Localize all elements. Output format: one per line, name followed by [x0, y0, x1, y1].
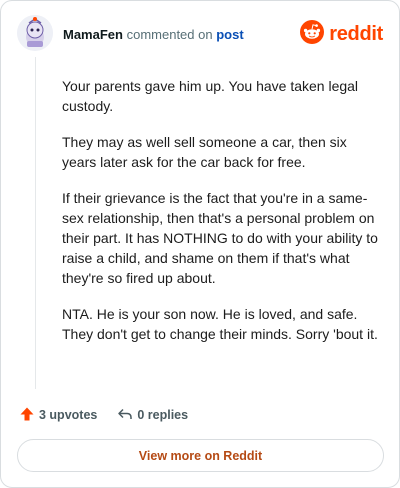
- embedded-comment-card: MamaFen commented on post reddit Your pa…: [0, 0, 400, 488]
- upvote-count: 3 upvotes: [39, 408, 98, 422]
- comment-byline: MamaFen commented on post: [63, 27, 244, 42]
- comment-actions: 3 upvotes 0 replies: [19, 405, 208, 425]
- reddit-wordmark: reddit: [329, 22, 383, 45]
- comment-header: MamaFen commented on post reddit: [17, 15, 383, 55]
- comment-paragraph: NTA. He is your son now. He is loved, an…: [62, 306, 378, 342]
- reply-button[interactable]: 0 replies: [117, 406, 188, 425]
- view-more-button[interactable]: View more on Reddit: [17, 439, 384, 472]
- action-text: commented on: [126, 27, 213, 42]
- snoo-avatar-icon[interactable]: [17, 15, 53, 51]
- reply-arrow-icon: [117, 406, 137, 425]
- thread-line: [35, 57, 36, 389]
- post-link[interactable]: post: [216, 27, 243, 42]
- comment-paragraph: If their grievance is the fact that you'…: [62, 190, 378, 286]
- reddit-brand[interactable]: reddit: [300, 19, 383, 49]
- username-link[interactable]: MamaFen: [63, 27, 123, 42]
- reply-count: 0 replies: [137, 408, 189, 422]
- comment-body: Your parents gave him up. You have taken…: [62, 76, 384, 360]
- reddit-logo-icon: [300, 19, 325, 49]
- upvote-button[interactable]: 3 upvotes: [19, 406, 97, 425]
- comment-paragraph: Your parents gave him up. You have taken…: [62, 78, 359, 114]
- upvote-arrow-icon: [19, 406, 39, 425]
- comment-paragraph: They may as well sell someone a car, the…: [62, 134, 347, 170]
